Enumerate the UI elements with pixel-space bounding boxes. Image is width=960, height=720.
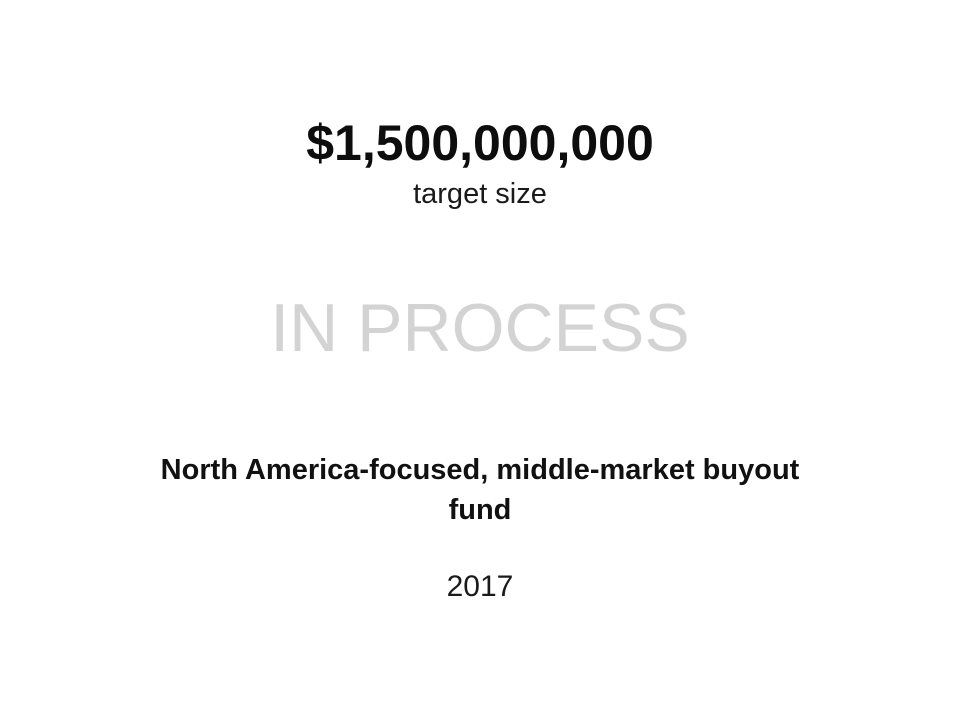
target-size-label: target size [413,178,547,210]
fund-card: $1,500,000,000 target size IN PROCESS No… [0,0,960,720]
fund-year: 2017 [446,570,514,603]
status-text: IN PROCESS [270,290,690,366]
fund-description: North America-focused, middle-market buy… [160,454,800,526]
target-amount: $1,500,000,000 [306,115,654,171]
